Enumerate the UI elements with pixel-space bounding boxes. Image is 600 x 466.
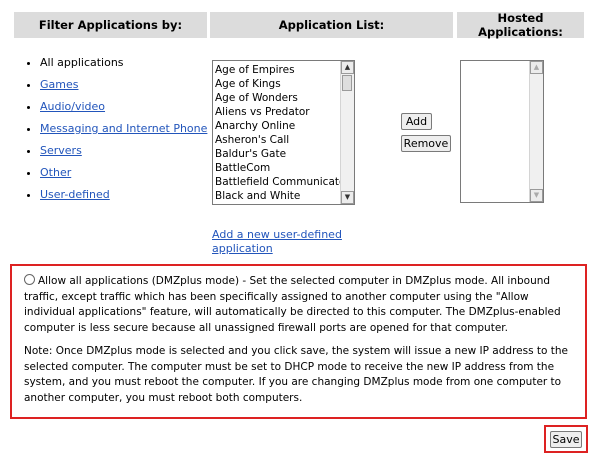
dmzplus-radio[interactable] — [24, 274, 35, 285]
application-scrollbar[interactable]: ▲ ▼ — [340, 61, 354, 204]
filter-header: Filter Applications by: — [14, 12, 207, 38]
application-listbox[interactable]: Age of Empires Age of Kings Age of Wonders… — [212, 60, 355, 205]
filter-servers-link[interactable]: Servers — [40, 144, 82, 157]
filter-games-link[interactable]: Games — [40, 78, 78, 91]
filter-other-link[interactable]: Other — [40, 166, 71, 179]
application-option[interactable]: BattleCom — [215, 161, 340, 175]
add-user-defined-application-link[interactable]: Add a new user-defined application — [212, 228, 352, 256]
scroll-up-arrow-icon[interactable]: ▲ — [341, 61, 354, 74]
filter-messaging-link[interactable]: Messaging and Internet Phone — [40, 122, 207, 135]
filter-list: All applications Games Audio/video Messa… — [22, 56, 210, 210]
application-items: Age of Empires Age of Kings Age of Wonders… — [215, 63, 340, 203]
application-option[interactable]: Battlefield Communicator — [215, 175, 340, 189]
application-option[interactable]: Age of Wonders — [215, 91, 340, 105]
hosted-applications-header: Hosted Applications: — [457, 11, 584, 39]
hosted-scroll-up-arrow-icon[interactable]: ▲ — [530, 61, 543, 74]
hosted-applications-listbox[interactable]: ▲ ▼ — [460, 60, 544, 203]
application-option[interactable]: Black and White — [215, 189, 340, 203]
filter-user-defined-link[interactable]: User-defined — [40, 188, 110, 201]
filter-messaging-item: Messaging and Internet Phone — [40, 122, 210, 135]
filter-all: All applications — [40, 56, 210, 69]
add-button[interactable]: Add — [401, 113, 432, 130]
filter-user-item: User-defined — [40, 188, 210, 201]
filter-games-item: Games — [40, 78, 210, 91]
dmzplus-description: Allow all applications (DMZplus mode) - … — [24, 275, 561, 334]
save-button[interactable]: Save — [550, 431, 582, 448]
application-option[interactable]: Age of Empires — [215, 63, 340, 77]
dmzplus-note: Note: Once DMZplus mode is selected and … — [24, 345, 569, 404]
filter-servers-item: Servers — [40, 144, 210, 157]
scroll-down-arrow-icon[interactable]: ▼ — [341, 191, 354, 204]
application-list-header: Application List: — [210, 12, 453, 38]
filter-audio-video-link[interactable]: Audio/video — [40, 100, 105, 113]
dmzplus-panel: Allow all applications (DMZplus mode) - … — [10, 264, 587, 419]
scroll-thumb[interactable] — [342, 75, 352, 91]
application-option[interactable]: Baldur's Gate — [215, 147, 340, 161]
filter-audio-item: Audio/video — [40, 100, 210, 113]
remove-button[interactable]: Remove — [401, 135, 451, 152]
application-option[interactable]: Anarchy Online — [215, 119, 340, 133]
filter-other-item: Other — [40, 166, 210, 179]
save-highlight: Save — [544, 425, 588, 453]
dmzplus-option: Allow all applications (DMZplus mode) - … — [24, 274, 579, 336]
application-option[interactable]: Age of Kings — [215, 77, 340, 91]
hosted-scroll-down-arrow-icon[interactable]: ▼ — [530, 189, 543, 202]
hosted-scrollbar[interactable]: ▲ ▼ — [529, 61, 543, 202]
application-option[interactable]: Aliens vs Predator — [215, 105, 340, 119]
application-option[interactable]: Asheron's Call — [215, 133, 340, 147]
